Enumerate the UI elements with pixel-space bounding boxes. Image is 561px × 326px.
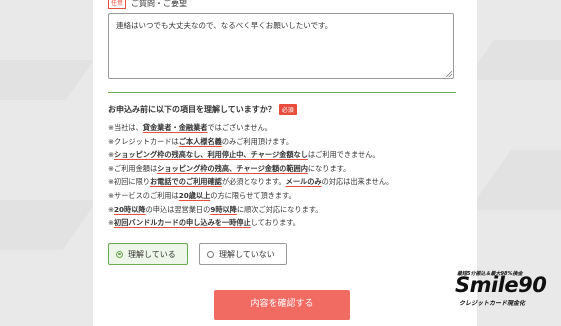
note-text: ※当社は、 — [108, 123, 143, 132]
note-item: ※ご利用金額はショッピング枠の残高、チャージ金額の範囲内になります。 — [108, 162, 468, 176]
question-label-row: 任意 ご質問・ご要望 — [108, 0, 187, 9]
note-emphasis: 20時以降 — [114, 204, 146, 214]
section-divider — [108, 92, 456, 93]
note-item: ※ショッピング枠の残高なし、利用停止中、チャージ金額なしはご利用できません。 — [108, 148, 468, 162]
optional-tag: 任意 — [108, 0, 127, 9]
question-label: ご質問・ご要望 — [131, 0, 188, 8]
background-stripe — [0, 60, 95, 100]
note-text: の対応は出来ません。 — [321, 177, 394, 187]
radio-selected-icon — [116, 250, 123, 258]
notes-list: ※当社は、貸金業者・金融業者ではございません。 ※クレジットカードはご本人様名義の… — [108, 121, 468, 230]
note-text: はご利用できません。 — [307, 150, 380, 160]
background-stripe — [465, 40, 561, 80]
note-item: ※初回バンドルカードの申し込みを一時停止しております。 — [108, 216, 468, 230]
note-item: ※当社は、貸金業者・金融業者ではございません。 — [108, 121, 468, 135]
note-item: ※20時以降の申込は翌営業日の9時以降に順次ご対応になります。 — [108, 203, 468, 217]
background-stripe — [0, 200, 98, 250]
logo-wordmark: Smile90 — [455, 273, 547, 297]
note-text: の申込は翌営業日の — [145, 204, 211, 214]
note-item: ※サービスのご利用は20歳以上の方に限らせて頂きます。 — [108, 189, 468, 203]
form-card: 任意 ご質問・ご要望 連絡はいつでも大丈夫なので、なるべく早くお願いしたいです。… — [93, 0, 477, 326]
note-emphasis: ショッピング枠の残高、チャージ金額の範囲内 — [157, 163, 308, 173]
radio-understand-label: 理解している — [128, 249, 176, 259]
notice-title-text: お申込み前に以下の項目を理解していますか？ — [108, 105, 276, 114]
note-emphasis: 初回バンドルカードの申し込みを一時停止 — [114, 218, 251, 228]
radio-understand[interactable]: 理解している — [108, 243, 188, 265]
note-text: のみご利用頂けます。 — [221, 136, 294, 146]
note-text: ※ご利用金額は — [108, 163, 158, 173]
brand-logo: 最短5分振込＆最大98%換金 Smile90 クレジットカード現金化 — [455, 268, 559, 312]
note-text: が必須となります。 — [221, 177, 286, 187]
note-text: になります。 — [307, 163, 351, 173]
question-textarea[interactable]: 連絡はいつでも大丈夫なので、なるべく早くお願いしたいです。 — [108, 13, 454, 79]
notice-title: お申込み前に以下の項目を理解していますか？ 必須 — [108, 104, 297, 115]
note-item: ※初回に限りお電話でのご利用確認が必須となります。メールのみの対応は出来ません。 — [108, 175, 468, 189]
note-emphasis: メールのみ — [285, 177, 322, 187]
note-text: に順次ご対応になります。 — [236, 204, 323, 214]
radio-not-understand[interactable]: 理解していない — [199, 243, 287, 265]
radio-unselected-icon — [207, 250, 214, 258]
note-item: ※クレジットカードはご本人様名義のみご利用頂けます。 — [108, 135, 468, 149]
background-stripe — [468, 150, 561, 210]
note-text: ではございません。 — [207, 123, 272, 132]
required-badge: 必須 — [278, 104, 297, 115]
note-text: しております。 — [250, 218, 300, 228]
radio-not-understand-label: 理解していない — [219, 249, 275, 259]
logo-subtitle: クレジットカード現金化 — [459, 300, 526, 307]
resize-grip-icon[interactable] — [446, 71, 452, 77]
note-emphasis: ご本人様名義 — [178, 136, 222, 146]
note-text: ※初回に限り — [108, 177, 150, 187]
note-text: ※クレジットカードは — [108, 136, 179, 146]
note-text: ※サービスのご利用は — [108, 190, 179, 200]
note-emphasis: お電話でのご利用確認 — [149, 177, 222, 187]
note-text: の方に限らせて頂きます。 — [210, 190, 296, 200]
note-emphasis: 20歳以上 — [178, 190, 211, 200]
note-emphasis: 貸金業者・金融業者 — [142, 123, 208, 132]
note-emphasis: ショッピング枠の残高なし、利用停止中、チャージ金額なし — [114, 150, 308, 160]
note-emphasis: 9時以降 — [210, 204, 237, 214]
question-textarea-value: 連絡はいつでも大丈夫なので、なるべく早くお願いしたいです。 — [116, 21, 333, 30]
